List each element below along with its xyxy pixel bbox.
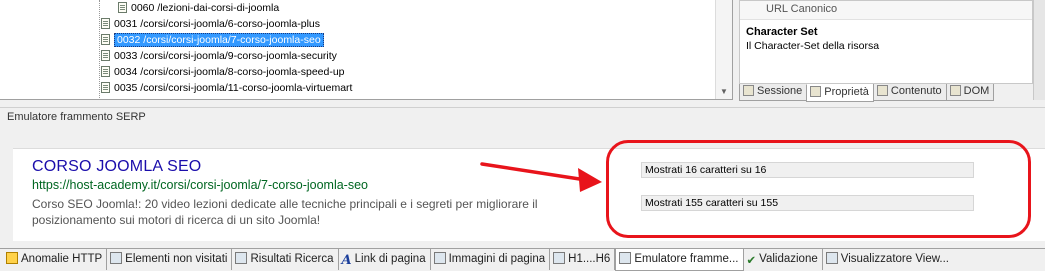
property-description: Il Character-Set della risorsa	[746, 40, 880, 52]
scroll-down-icon[interactable]: ▼	[718, 86, 730, 98]
tree-item-label: 0032 /corsi/corsi-joomla/7-corso-joomla-…	[114, 33, 324, 47]
tab-label: Elementi non visitati	[125, 253, 228, 265]
unvisited-icon	[110, 252, 123, 264]
tree-item-label: 0031 /corsi/corsi-joomla/6-corso-joomla-…	[114, 18, 320, 30]
tab-label: Link di pagina	[354, 253, 426, 265]
serp-emulator-icon	[619, 252, 632, 264]
tab-label: Proprietà	[824, 86, 869, 98]
properties-icon	[810, 86, 822, 97]
tab-label: Immagini di pagina	[448, 253, 546, 265]
url-tree-panel[interactable]: 0060 /lezioni-dai-corsi-di-joomla 0031 /…	[0, 0, 733, 100]
property-row-canonical[interactable]: URL Canonico	[740, 1, 1032, 20]
tree-item-label: 0033 /corsi/corsi-joomla/9-corso-joomla-…	[114, 50, 337, 62]
bottom-tabbar: Anomalie HTTP Elementi non visitati Risu…	[0, 248, 1045, 271]
tab-elementi-non-visitati[interactable]: Elementi non visitati	[107, 249, 233, 270]
serp-description: Corso SEO Joomla!: 20 video lezioni dedi…	[32, 197, 538, 227]
description-char-counter: Mostrati 155 caratteri su 155	[641, 195, 974, 211]
serp-title: CORSO JOOMLA SEO	[32, 158, 202, 175]
tree-item[interactable]: 0060 /lezioni-dai-corsi-di-joomla	[118, 0, 279, 16]
tab-label: Validazione	[759, 253, 818, 265]
app-window: 0060 /lezioni-dai-corsi-di-joomla 0031 /…	[0, 0, 1045, 271]
link-icon: A	[341, 253, 352, 268]
page-icon	[101, 18, 110, 29]
tab-immagini-di-pagina[interactable]: Immagini di pagina	[431, 249, 551, 270]
tab-label: Visualizzatore View...	[840, 253, 949, 265]
tab-label: DOM	[963, 85, 990, 97]
tree-item-label: 0060 /lezioni-dai-corsi-di-joomla	[131, 2, 280, 14]
tree-scrollbar[interactable]: ▼	[715, 0, 732, 99]
viewer-icon	[825, 252, 838, 264]
tab-label: Emulatore framme...	[634, 253, 739, 265]
properties-tabbar: Sessione Proprietà Contenuto DOM	[739, 84, 1039, 102]
warning-icon	[6, 252, 18, 264]
properties-panel: URL Canonico Character Set Il Character-…	[739, 0, 1045, 102]
tab-headings[interactable]: H1....H6	[550, 249, 616, 270]
tab-validazione[interactable]: ✔ Validazione	[744, 249, 823, 270]
tree-item[interactable]: 0033 /corsi/corsi-joomla/9-corso-joomla-…	[101, 48, 337, 64]
tab-label: H1....H6	[568, 253, 611, 265]
session-icon	[743, 85, 754, 96]
serp-url: https://host-academy.it/corsi/corsi-joom…	[32, 178, 368, 192]
panel-header: Emulatore frammento SERP	[0, 107, 1045, 127]
validation-icon: ✔	[746, 255, 757, 267]
tab-proprieta[interactable]: Proprietà	[806, 84, 874, 102]
tab-anomalie-http[interactable]: Anomalie HTTP	[3, 249, 108, 270]
property-title: Character Set	[746, 26, 818, 38]
properties-grid: URL Canonico Character Set Il Character-…	[739, 0, 1033, 84]
tree-item-selected[interactable]: 0032 /corsi/corsi-joomla/7-corso-joomla-…	[101, 32, 324, 48]
search-results-icon	[235, 252, 248, 264]
tab-label: Risultati Ricerca	[250, 253, 334, 265]
tab-label: Anomalie HTTP	[21, 253, 103, 265]
tree-connector-line	[99, 0, 100, 99]
title-char-counter: Mostrati 16 caratteri su 16	[641, 162, 974, 178]
page-icon	[101, 34, 110, 45]
page-icon	[101, 50, 110, 61]
content-icon	[876, 85, 888, 96]
tab-contenuto[interactable]: Contenuto	[872, 84, 947, 101]
headings-icon	[553, 252, 566, 264]
tree-item[interactable]: 0034 /corsi/corsi-joomla/8-corso-joomla-…	[101, 64, 345, 80]
tab-link-di-pagina[interactable]: A Link di pagina	[339, 249, 431, 270]
tree-item[interactable]: 0031 /corsi/corsi-joomla/6-corso-joomla-…	[101, 16, 320, 32]
tree-item-label: 0035 /corsi/corsi-joomla/11-corso-joomla…	[114, 82, 353, 94]
tab-label: Sessione	[757, 85, 803, 97]
tab-dom[interactable]: DOM	[945, 84, 995, 101]
tab-risultati-ricerca[interactable]: Risultati Ricerca	[232, 249, 339, 270]
tree-item-label: 0034 /corsi/corsi-joomla/8-corso-joomla-…	[114, 66, 345, 78]
page-icon	[118, 2, 127, 13]
dom-icon	[949, 85, 961, 96]
tab-sessione[interactable]: Sessione	[739, 84, 808, 101]
tab-visualizzatore[interactable]: Visualizzatore View...	[823, 249, 953, 270]
tab-emulatore-serp[interactable]: Emulatore framme...	[615, 249, 744, 271]
page-icon	[101, 82, 110, 93]
tab-label: Contenuto	[890, 85, 942, 97]
tree-item[interactable]: 0035 /corsi/corsi-joomla/11-corso-joomla…	[101, 80, 352, 96]
images-icon	[433, 252, 446, 264]
page-icon	[101, 66, 110, 77]
